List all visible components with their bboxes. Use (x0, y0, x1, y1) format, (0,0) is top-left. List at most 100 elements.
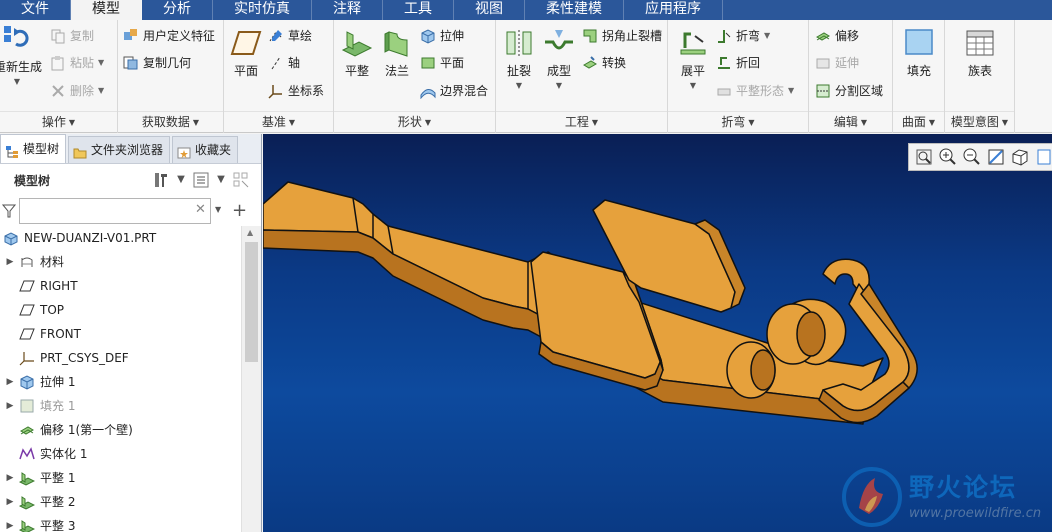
tree-item[interactable]: RIGHT (0, 274, 240, 298)
copy-geometry-icon (123, 55, 139, 71)
convert-button[interactable]: 转换 (582, 53, 626, 73)
panel-tabs: 模型树 文件夹浏览器 收藏夹 (0, 134, 261, 164)
zoom-fit-button[interactable] (913, 146, 935, 168)
tree-scrollbar[interactable]: ▲ (241, 226, 261, 532)
expand-icon[interactable]: ▶ (3, 250, 17, 274)
tree-item[interactable]: ▶ 拉伸 1 (0, 370, 240, 394)
caret-down-icon: ▼ (591, 117, 599, 127)
tree-item[interactable]: FRONT (0, 322, 240, 346)
tree-item[interactable]: 实体化 1 (0, 442, 240, 466)
tab-annotate[interactable]: 注释 (312, 0, 383, 20)
group-title-get-data[interactable]: 获取数据 ▼ (118, 111, 223, 133)
view-manager-button[interactable] (1033, 146, 1052, 168)
tree-filter-tool-button[interactable] (231, 170, 251, 190)
group-title-edit[interactable]: 编辑 ▼ (809, 111, 892, 133)
search-input[interactable] (19, 198, 211, 224)
fill-icon (903, 28, 935, 58)
boundary-blend-icon (420, 83, 436, 100)
family-table-icon (964, 28, 996, 58)
flat-state-button[interactable]: 平整形态 ▼ (716, 81, 794, 101)
delete-button[interactable]: 删除 ▼ (50, 81, 104, 101)
axis-button[interactable]: 轴 (268, 53, 300, 73)
chevron-down-icon[interactable]: ▼ (215, 205, 221, 214)
tree-item[interactable]: ▶ 填充 1 (0, 394, 240, 418)
scroll-thumb[interactable] (245, 242, 258, 362)
udf-button[interactable]: 用户定义特征 (123, 26, 215, 46)
expand-icon[interactable]: ▶ (3, 394, 17, 418)
tab-view[interactable]: 视图 (454, 0, 525, 20)
tree-item[interactable]: NEW-DUANZI-V01.PRT (0, 226, 240, 250)
tab-analysis[interactable]: 分析 (142, 0, 213, 20)
list-icon (191, 172, 211, 193)
copy-button[interactable]: 复制 (50, 26, 94, 46)
zoom-in-button[interactable] (937, 146, 959, 168)
tools-icon (151, 173, 171, 193)
tree-item[interactable]: ▶ 平整 1 (0, 466, 240, 490)
fill-button[interactable]: 填充 (901, 28, 937, 79)
split-area-button[interactable]: 分割区域 (815, 81, 883, 101)
tree-item[interactable]: ▶ 平整 2 (0, 490, 240, 514)
tree-item-label: FRONT (40, 327, 81, 341)
tab-flexible-modeling[interactable]: 柔性建模 (525, 0, 624, 20)
extend-button[interactable]: 延伸 (815, 53, 859, 73)
group-title-shapes[interactable]: 形状 ▼ (334, 111, 495, 133)
add-icon[interactable]: + (232, 200, 247, 221)
planar-button[interactable]: 平面 (420, 53, 464, 73)
family-table-button[interactable]: 族表 (961, 28, 999, 79)
show-tool-button[interactable] (191, 170, 211, 190)
bend-back-button[interactable]: 折回 (716, 53, 760, 73)
tab-model[interactable]: 模型 (71, 0, 142, 20)
tree-item[interactable]: ▶ 材料 (0, 250, 240, 274)
datum-plane-button[interactable]: 平面 (229, 28, 263, 79)
repaint-button[interactable] (985, 146, 1007, 168)
group-title-bend[interactable]: 折弯 ▼ (668, 111, 808, 133)
tree-item[interactable]: ▶ 平整 3 (0, 514, 240, 532)
group-title-operations[interactable]: 操作 ▼ (0, 111, 117, 133)
tree-item[interactable]: TOP (0, 298, 240, 322)
settings-tool-button[interactable] (151, 170, 171, 190)
rip-button[interactable]: 扯裂 ▼ (500, 28, 538, 90)
flat-wall-button[interactable]: 平整 (338, 28, 376, 79)
extrude-label: 拉伸 (440, 29, 465, 43)
filter-icon[interactable] (1, 203, 17, 219)
scroll-up-icon[interactable]: ▲ (247, 228, 253, 237)
group-title-engineering[interactable]: 工程 ▼ (496, 111, 667, 133)
tab-file[interactable]: 文件 (0, 0, 71, 20)
sketch-button[interactable]: 草绘 (268, 26, 312, 46)
tab-tools[interactable]: 工具 (383, 0, 454, 20)
unbend-button[interactable]: 展平 ▼ (674, 28, 712, 90)
extrude-button[interactable]: 拉伸 (420, 26, 464, 46)
form-button[interactable]: 成型 ▼ (540, 28, 578, 90)
offset-button[interactable]: 偏移 (815, 26, 859, 46)
chevron-down-icon[interactable]: ▼ (177, 170, 185, 190)
expand-icon[interactable]: ▶ (3, 466, 17, 490)
chevron-down-icon: ▼ (689, 81, 697, 90)
expand-icon[interactable]: ▶ (3, 514, 17, 532)
tree-item[interactable]: 偏移 1(第一个壁) (0, 418, 240, 442)
boundary-blend-button[interactable]: 边界混合 (420, 81, 488, 101)
tab-folder-browser[interactable]: 文件夹浏览器 (68, 136, 171, 163)
corner-relief-button[interactable]: 拐角止裂槽 (582, 26, 662, 46)
zoom-out-button[interactable] (961, 146, 983, 168)
tab-simulation[interactable]: 实时仿真 (213, 0, 312, 20)
clear-icon[interactable]: ✕ (195, 202, 206, 217)
group-title-surface[interactable]: 曲面 ▼ (893, 111, 944, 133)
regenerate-button[interactable]: 重新生成 ▼ (0, 24, 42, 86)
tree-item[interactable]: PRT_CSYS_DEF (0, 346, 240, 370)
saved-orientations-button[interactable] (1009, 146, 1031, 168)
expand-icon[interactable]: ▶ (3, 370, 17, 394)
csys-button[interactable]: 坐标系 (268, 81, 324, 101)
tab-applications[interactable]: 应用程序 (624, 0, 723, 20)
chevron-down-icon[interactable]: ▼ (217, 170, 225, 190)
tab-favorites[interactable]: 收藏夹 (172, 136, 239, 163)
group-title-model-intent[interactable]: 模型意图 ▼ (945, 111, 1014, 133)
expand-icon[interactable]: ▶ (3, 490, 17, 514)
copy-geometry-button[interactable]: 复制几何 (123, 53, 191, 73)
paste-button[interactable]: 粘贴 ▼ (50, 53, 104, 73)
tab-model-tree[interactable]: 模型树 (0, 134, 67, 163)
graphics-viewport[interactable]: 野火论坛 www.proewildfire.cn (263, 134, 1052, 532)
bend-button[interactable]: 折弯 ▼ (716, 26, 770, 46)
group-title-datum[interactable]: 基准 ▼ (224, 111, 333, 133)
flange-button[interactable]: 法兰 (378, 28, 416, 79)
tab-model-tree-label: 模型树 (23, 142, 60, 156)
